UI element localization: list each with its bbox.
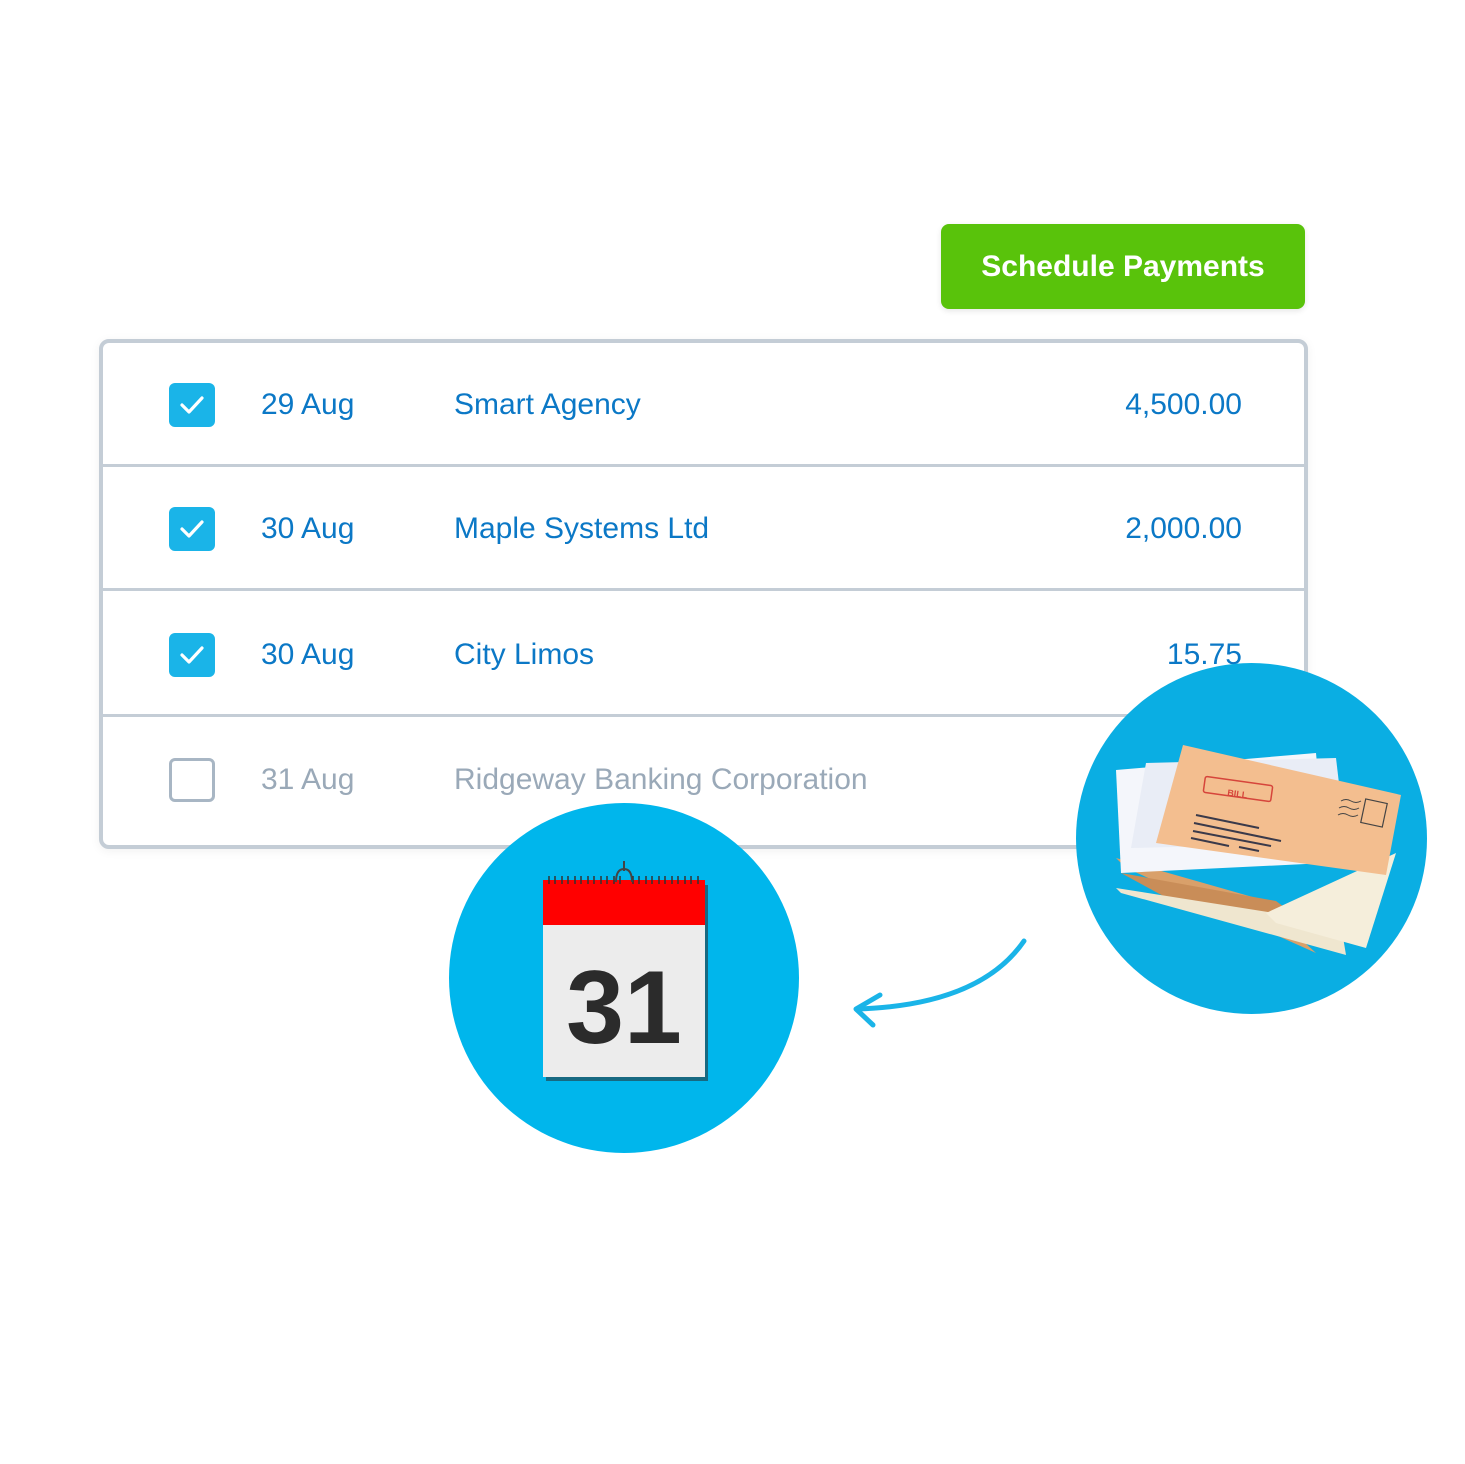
- envelopes-icon: BILL: [1116, 745, 1401, 955]
- schedule-payments-button[interactable]: Schedule Payments: [941, 224, 1305, 309]
- row-checkbox[interactable]: [169, 633, 215, 677]
- bill-payee[interactable]: City Limos: [454, 637, 594, 673]
- bill-amount: 2,000.00: [1125, 512, 1242, 545]
- calendar-day-number: 31: [566, 950, 682, 1066]
- row-checkbox[interactable]: [169, 758, 215, 802]
- bill-date: 30 Aug: [261, 638, 355, 671]
- row-checkbox[interactable]: [169, 383, 215, 427]
- row-checkbox[interactable]: [169, 507, 215, 551]
- calendar-icon: 31: [543, 861, 708, 1081]
- table-row[interactable]: 29 Aug Smart Agency 4,500.00: [103, 343, 1304, 467]
- bill-payee[interactable]: Smart Agency: [454, 387, 641, 423]
- bill-date: 31 Aug: [261, 763, 355, 796]
- checkmark-icon: [180, 520, 204, 538]
- bill-payee[interactable]: Ridgeway Banking Corporation: [454, 762, 868, 798]
- bill-date: 29 Aug: [261, 388, 355, 421]
- bill-date: 30 Aug: [261, 512, 355, 545]
- checkmark-icon: [180, 396, 204, 414]
- checkmark-icon: [180, 646, 204, 664]
- bill-amount: 4,500.00: [1125, 388, 1242, 421]
- calendar-illustration: 31: [449, 803, 799, 1153]
- curved-arrow-left-icon: [853, 938, 1027, 1028]
- bills-illustration: BILL: [1076, 663, 1427, 1014]
- bill-payee[interactable]: Maple Systems Ltd: [454, 511, 709, 547]
- table-row[interactable]: 30 Aug Maple Systems Ltd 2,000.00: [103, 467, 1304, 591]
